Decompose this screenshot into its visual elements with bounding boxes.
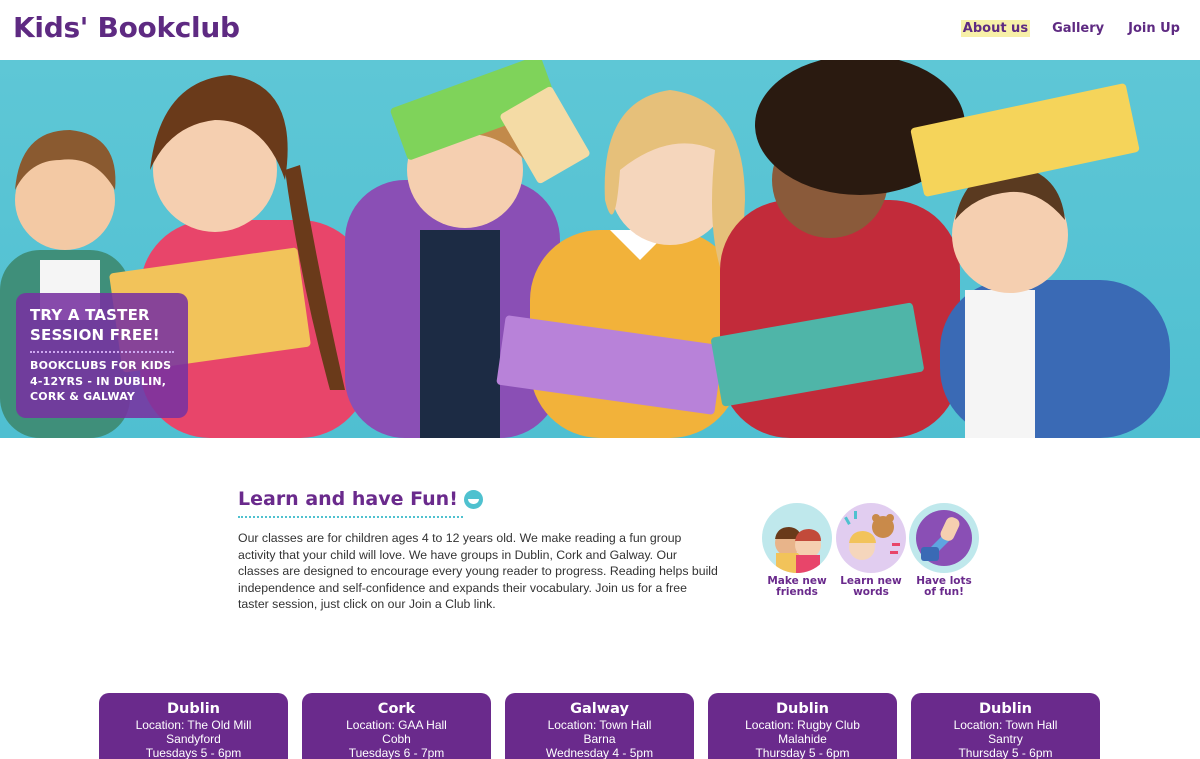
nav-about-us[interactable]: About us (960, 20, 1031, 37)
location-city: Dublin (166, 701, 220, 717)
location-card[interactable]: Dublin Location: Rugby Club Malahide Thu… (708, 693, 897, 759)
promo-divider (30, 351, 174, 353)
location-time: Tuesdays 6 - 7pm (348, 746, 445, 759)
location-time: Tuesdays 5 - 6pm (145, 746, 242, 759)
location-card[interactable]: Dublin Location: Town Hall Santry Thursd… (911, 693, 1100, 759)
feature-have-fun: Have lots of fun! (909, 503, 979, 597)
intro-heading-underline (238, 516, 463, 518)
location-time: Thursday 5 - 6pm (755, 746, 850, 759)
location-time: Thursday 5 - 6pm (958, 746, 1053, 759)
feature-have-fun-label: Have lots of fun! (916, 575, 972, 598)
intro-heading: Learn and have Fun! (238, 488, 483, 510)
site-header: Kids' Bookclub About us Gallery Join Up (0, 0, 1200, 60)
location-venue: Location: Rugby Club (745, 718, 860, 732)
promo-title: TRY A TASTER SESSION FREE! (30, 306, 160, 344)
intro-paragraph: Our classes are for children ages 4 to 1… (238, 531, 718, 611)
nav-join-up[interactable]: Join Up (1126, 20, 1182, 37)
promo-subtitle: BOOKCLUBS FOR KIDS 4-12YRS - IN DUBLIN, … (30, 359, 172, 403)
feature-learn-words: Learn new words (836, 503, 906, 597)
feature-learn-words-label: Learn new words (840, 575, 902, 598)
location-area: Malahide (778, 732, 827, 746)
location-venue: Location: Town Hall (547, 718, 652, 732)
location-city: Galway (570, 701, 629, 717)
location-time: Wednesday 4 - 5pm (545, 746, 654, 759)
location-card[interactable]: Dublin Location: The Old Mill Sandyford … (99, 693, 288, 759)
fun-icon (909, 503, 979, 573)
words-icon (836, 503, 906, 573)
location-city: Cork (377, 701, 416, 717)
location-area: Barna (583, 732, 616, 746)
smile-emoji-icon (463, 489, 483, 509)
location-card[interactable]: Cork Location: GAA Hall Cobh Tuesdays 6 … (302, 693, 491, 759)
location-area: Cobh (382, 732, 411, 746)
hero-banner: TRY A TASTER SESSION FREE! BOOKCLUBS FOR… (0, 60, 1200, 438)
location-venue: Location: GAA Hall (346, 718, 447, 732)
location-venue: Location: Town Hall (953, 718, 1058, 732)
location-city: Dublin (775, 701, 829, 717)
taster-promo-box[interactable]: TRY A TASTER SESSION FREE! BOOKCLUBS FOR… (16, 293, 188, 418)
location-area: Sandyford (166, 732, 221, 746)
main-nav: About us Gallery Join Up (960, 20, 1182, 37)
location-city: Dublin (978, 701, 1032, 717)
intro-heading-text: Learn and have Fun! (238, 488, 458, 510)
friends-icon (762, 503, 832, 573)
feature-make-friends-label: Make new friends (767, 575, 827, 598)
location-area: Santry (988, 732, 1023, 746)
nav-gallery[interactable]: Gallery (1050, 20, 1106, 37)
location-venue: Location: The Old Mill (135, 718, 252, 732)
site-logo[interactable]: Kids' Bookclub (13, 11, 240, 44)
feature-make-friends: Make new friends (762, 503, 832, 597)
location-card[interactable]: Galway Location: Town Hall Barna Wednesd… (505, 693, 694, 759)
